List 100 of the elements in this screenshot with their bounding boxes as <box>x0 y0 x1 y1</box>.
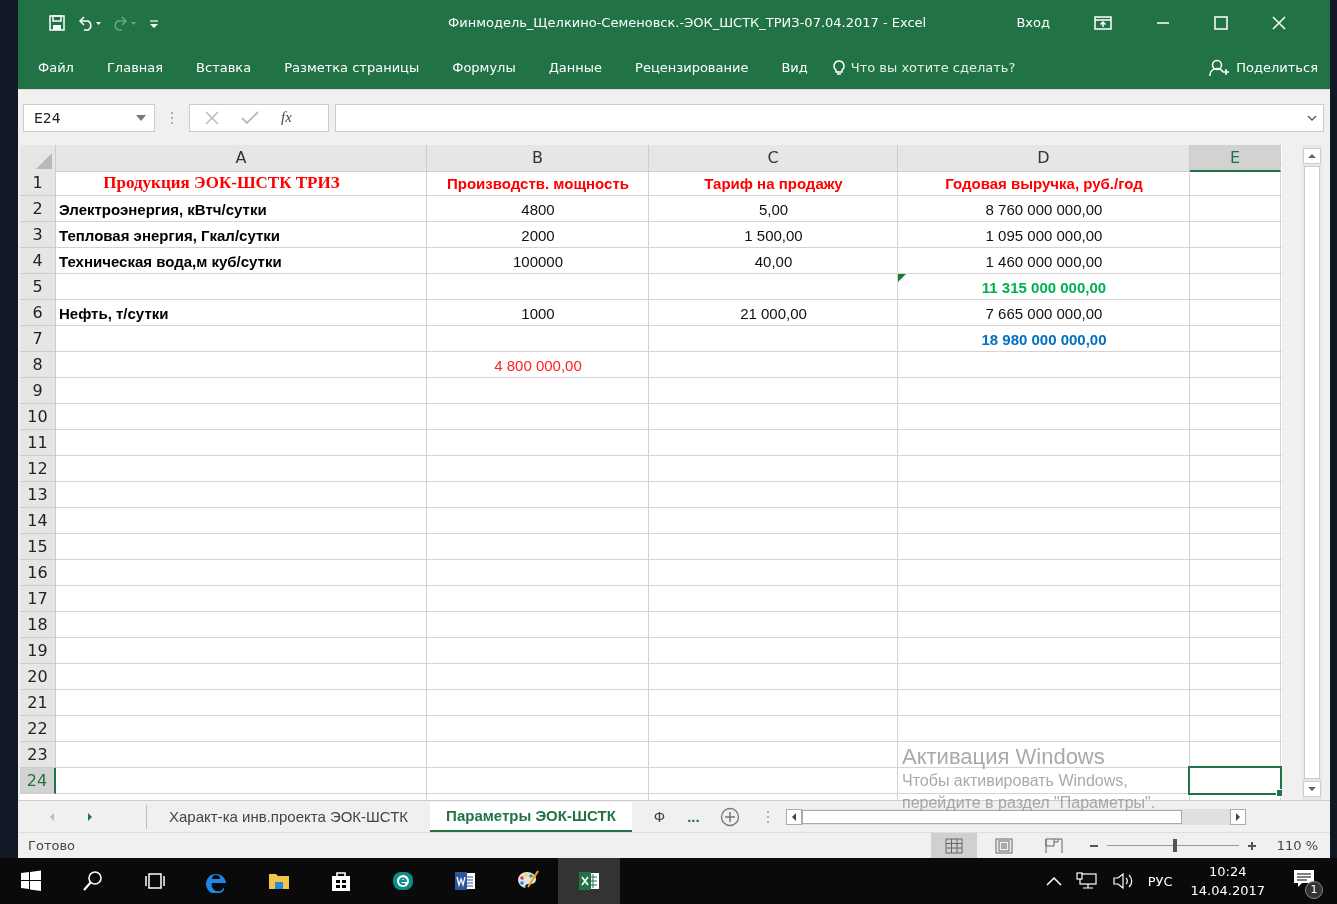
row-header[interactable]: 19 <box>20 638 56 665</box>
row-header[interactable]: 24 <box>20 768 56 795</box>
page-break-icon <box>1044 837 1063 854</box>
ribbon-tab[interactable]: Рецензирование <box>623 60 761 76</box>
grip-icon <box>170 110 174 125</box>
row-header[interactable]: 5 <box>20 274 56 301</box>
table-cell-text: Техническая вода,м куб/сутки <box>58 252 282 270</box>
add-sheet-icon[interactable] <box>719 806 740 827</box>
scroll-right-button[interactable] <box>1229 808 1246 825</box>
sign-in-button[interactable]: Вход <box>1016 15 1050 31</box>
row-header[interactable]: 9 <box>20 378 56 405</box>
clock-date: 14.04.2017 <box>1190 882 1265 900</box>
ribbon-tab[interactable]: Файл <box>26 60 86 76</box>
shield-e-icon[interactable] <box>391 869 415 893</box>
row-header[interactable]: 3 <box>20 222 56 249</box>
table-cell: 1000 <box>521 304 555 322</box>
scroll-down-button[interactable] <box>1303 781 1321 798</box>
row-header[interactable]: 15 <box>20 534 56 561</box>
sheet-tab[interactable]: Ф <box>631 801 688 832</box>
row-header[interactable]: 1 <box>20 170 56 197</box>
ribbon-tab[interactable]: Вставка <box>184 60 264 76</box>
insert-function-button[interactable]: fx <box>281 109 292 127</box>
ribbon-tab[interactable]: Данные <box>536 60 615 76</box>
taskbar-app-button[interactable] <box>558 858 620 904</box>
row-header[interactable]: 18 <box>20 612 56 639</box>
clock-time: 10:24 <box>1209 863 1247 881</box>
table-cell: 1 500,00 <box>744 226 803 244</box>
start-icon[interactable] <box>19 869 43 893</box>
scrollbar-thumb[interactable] <box>801 809 1182 824</box>
row-header[interactable]: 20 <box>20 664 56 691</box>
sheet-tab[interactable]: Параметры ЭОК-ШСТК <box>430 801 632 832</box>
column-header[interactable]: C <box>649 145 898 173</box>
table-cell: Производств. мощность <box>447 174 629 192</box>
word-icon[interactable] <box>453 869 477 893</box>
sheet-tab[interactable]: Характ-ка инв.проекта ЭОК-ШСТК <box>147 801 431 832</box>
table-cell: 1 460 000 000,00 <box>985 252 1103 270</box>
scroll-up-button[interactable] <box>1303 148 1321 165</box>
ribbon-tab[interactable]: Главная <box>94 60 176 76</box>
more-sheets-button[interactable]: ... <box>687 808 710 826</box>
normal-view-icon <box>944 837 963 854</box>
row-header[interactable]: 8 <box>20 352 56 379</box>
spreadsheet-icon[interactable] <box>577 869 601 893</box>
column-header[interactable]: D <box>898 145 1190 173</box>
save-icon[interactable] <box>48 13 66 32</box>
vertical-scrollbar[interactable] <box>1302 145 1322 801</box>
zoom-in-icon[interactable] <box>1246 840 1257 851</box>
row-header[interactable]: 6 <box>20 300 56 327</box>
row-header[interactable]: 22 <box>20 716 56 743</box>
activation-notice-text: Чтобы активировать Windows, перейдите в раздел "Параметры". <box>902 771 1157 813</box>
scrollbar-thumb[interactable] <box>1304 166 1320 780</box>
column-header[interactable]: E <box>1190 145 1281 173</box>
row-header[interactable]: 2 <box>20 196 56 223</box>
page-layout-icon <box>994 837 1013 854</box>
row-header[interactable]: 4 <box>20 248 56 275</box>
column-header[interactable]: B <box>427 145 649 173</box>
row-header[interactable]: 7 <box>20 326 56 353</box>
ribbon-display-options-icon[interactable] <box>1094 15 1112 30</box>
lightbulb-icon[interactable] <box>832 59 845 76</box>
table-cell: 40,00 <box>754 252 793 270</box>
table-cell: 4 800 000,00 <box>494 356 582 374</box>
ribbon-tab[interactable]: Формулы <box>440 60 528 76</box>
row-header[interactable]: 23 <box>20 742 56 769</box>
volume-icon[interactable] <box>1111 872 1134 890</box>
zoom-level[interactable]: 110 % <box>1264 838 1330 853</box>
name-box[interactable]: E24 <box>23 103 155 132</box>
row-header[interactable]: 17 <box>20 586 56 613</box>
ribbon-tab[interactable]: Разметка страницы <box>272 60 432 76</box>
row-header[interactable]: 13 <box>20 482 56 509</box>
ribbon-tab[interactable]: Вид <box>769 60 820 76</box>
shopping-bag-icon[interactable] <box>329 869 353 893</box>
active-cell-border[interactable] <box>1188 766 1282 796</box>
expand-icon[interactable] <box>1307 114 1317 121</box>
column-header[interactable]: A <box>56 145 427 173</box>
close-icon[interactable] <box>1272 15 1286 30</box>
input-language-indicator[interactable]: РУС <box>1147 873 1173 889</box>
network-icon[interactable] <box>1075 872 1098 890</box>
maximize-icon[interactable] <box>1214 15 1228 30</box>
scroll-left-button[interactable] <box>785 808 802 825</box>
dropdown-icon[interactable] <box>136 114 146 121</box>
table-cell: 100000 <box>512 252 564 270</box>
checkmark-icon[interactable] <box>241 110 259 125</box>
status-text: Готово <box>27 838 76 853</box>
clock-button[interactable]: 10:24 14.04.2017 <box>1190 862 1265 900</box>
view-button[interactable] <box>930 833 977 858</box>
scroll-right-icon[interactable] <box>86 811 94 822</box>
row-header[interactable]: 12 <box>20 456 56 483</box>
person-add-icon[interactable] <box>1209 58 1230 77</box>
row-header[interactable]: 10 <box>20 404 56 431</box>
chevron-up-icon[interactable] <box>1045 876 1062 886</box>
table-cell: Тариф на продажу <box>704 174 843 192</box>
formula-input[interactable] <box>335 103 1324 132</box>
notification-count-badge: 1 <box>1305 881 1323 899</box>
share-button[interactable]: Поделиться <box>1236 60 1318 76</box>
undo-icon[interactable] <box>76 13 102 32</box>
row-header[interactable]: 16 <box>20 560 56 587</box>
row-header[interactable]: 14 <box>20 508 56 535</box>
tell-me-field[interactable]: Что вы хотите сделать? <box>850 60 1016 76</box>
search-icon[interactable] <box>81 869 105 893</box>
row-header[interactable]: 21 <box>20 690 56 717</box>
row-header[interactable]: 11 <box>20 430 56 457</box>
